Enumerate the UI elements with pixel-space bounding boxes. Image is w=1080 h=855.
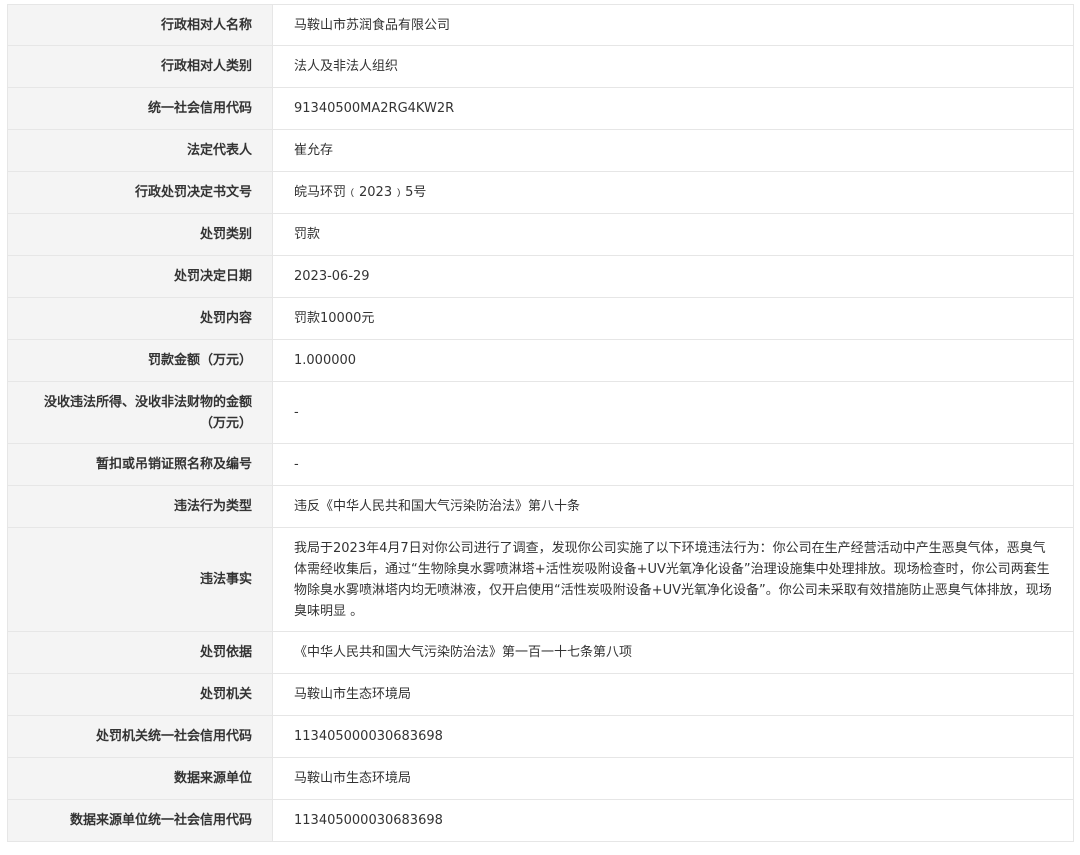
row-label: 处罚类别 xyxy=(7,213,273,256)
row-label: 数据来源单位 xyxy=(7,757,273,800)
row-label: 行政处罚决定书文号 xyxy=(7,171,273,214)
table-row: 违法事实 我局于2023年4月7日对你公司进行了调查，发现你公司实施了以下环境违… xyxy=(7,527,1074,632)
penalty-record-table-container: 行政相对人名称 马鞍山市苏润食品有限公司 行政相对人类别 法人及非法人组织 统一… xyxy=(7,4,1074,842)
row-value: 2023-06-29 xyxy=(272,255,1074,298)
table-row: 暂扣或吊销证照名称及编号 - xyxy=(7,443,1074,486)
table-row: 行政处罚决定书文号 皖马环罚﹙2023﹚5号 xyxy=(7,171,1074,214)
table-row: 处罚决定日期 2023-06-29 xyxy=(7,255,1074,298)
table-row: 处罚内容 罚款10000元 xyxy=(7,297,1074,340)
row-value: 马鞍山市苏润食品有限公司 xyxy=(272,4,1074,46)
row-label: 处罚决定日期 xyxy=(7,255,273,298)
row-label: 统一社会信用代码 xyxy=(7,87,273,130)
row-label: 处罚机关统一社会信用代码 xyxy=(7,715,273,758)
table-row: 统一社会信用代码 91340500MA2RG4KW2R xyxy=(7,87,1074,130)
table-row: 罚款金额（万元） 1.000000 xyxy=(7,339,1074,382)
penalty-record-table: 行政相对人名称 马鞍山市苏润食品有限公司 行政相对人类别 法人及非法人组织 统一… xyxy=(7,4,1074,842)
row-value: - xyxy=(272,443,1074,486)
row-value: - xyxy=(272,381,1074,444)
row-label: 罚款金额（万元） xyxy=(7,339,273,382)
row-label: 行政相对人名称 xyxy=(7,4,273,46)
row-value: 马鞍山市生态环境局 xyxy=(272,673,1074,716)
row-label: 处罚依据 xyxy=(7,631,273,674)
row-value: 皖马环罚﹙2023﹚5号 xyxy=(272,171,1074,214)
row-value: 崔允存 xyxy=(272,129,1074,172)
row-value: 违反《中华人民共和国大气污染防治法》第八十条 xyxy=(272,485,1074,528)
table-row: 处罚机关 马鞍山市生态环境局 xyxy=(7,673,1074,716)
table-row: 行政相对人类别 法人及非法人组织 xyxy=(7,45,1074,88)
table-row: 法定代表人 崔允存 xyxy=(7,129,1074,172)
row-label: 数据来源单位统一社会信用代码 xyxy=(7,799,273,842)
row-label: 违法事实 xyxy=(7,527,273,632)
row-label: 行政相对人类别 xyxy=(7,45,273,88)
row-label: 法定代表人 xyxy=(7,129,273,172)
row-label: 暂扣或吊销证照名称及编号 xyxy=(7,443,273,486)
table-row: 没收违法所得、没收非法财物的金额（万元） - xyxy=(7,381,1074,444)
table-row: 处罚依据 《中华人民共和国大气污染防治法》第一百一十七条第八项 xyxy=(7,631,1074,674)
row-label: 处罚内容 xyxy=(7,297,273,340)
table-row: 违法行为类型 违反《中华人民共和国大气污染防治法》第八十条 xyxy=(7,485,1074,528)
row-label: 违法行为类型 xyxy=(7,485,273,528)
row-value: 91340500MA2RG4KW2R xyxy=(272,87,1074,130)
row-value: 1.000000 xyxy=(272,339,1074,382)
row-value: 113405000030683698 xyxy=(272,799,1074,842)
row-value: 罚款10000元 xyxy=(272,297,1074,340)
table-row: 处罚类别 罚款 xyxy=(7,213,1074,256)
row-value: 11340500003068369​8 xyxy=(272,715,1074,758)
table-row: 数据来源单位统一社会信用代码 113405000030683698 xyxy=(7,799,1074,842)
table-row: 数据来源单位 马鞍山市生态环境局 xyxy=(7,757,1074,800)
table-row: 处罚机关统一社会信用代码 11340500003068369​8 xyxy=(7,715,1074,758)
row-label: 处罚机关 xyxy=(7,673,273,716)
row-value: 马鞍山市生态环境局 xyxy=(272,757,1074,800)
table-row: 行政相对人名称 马鞍山市苏润食品有限公司 xyxy=(7,4,1074,46)
row-value: 罚款 xyxy=(272,213,1074,256)
row-value: 我局于2023年4月7日对你公司进行了调查，发现你公司实施了以下环境违法行为：你… xyxy=(272,527,1074,632)
row-value: 法人及非法人组织 xyxy=(272,45,1074,88)
row-label: 没收违法所得、没收非法财物的金额（万元） xyxy=(7,381,273,444)
row-value: 《中华人民共和国大气污染防治法》第一百一十七条第八项 xyxy=(272,631,1074,674)
